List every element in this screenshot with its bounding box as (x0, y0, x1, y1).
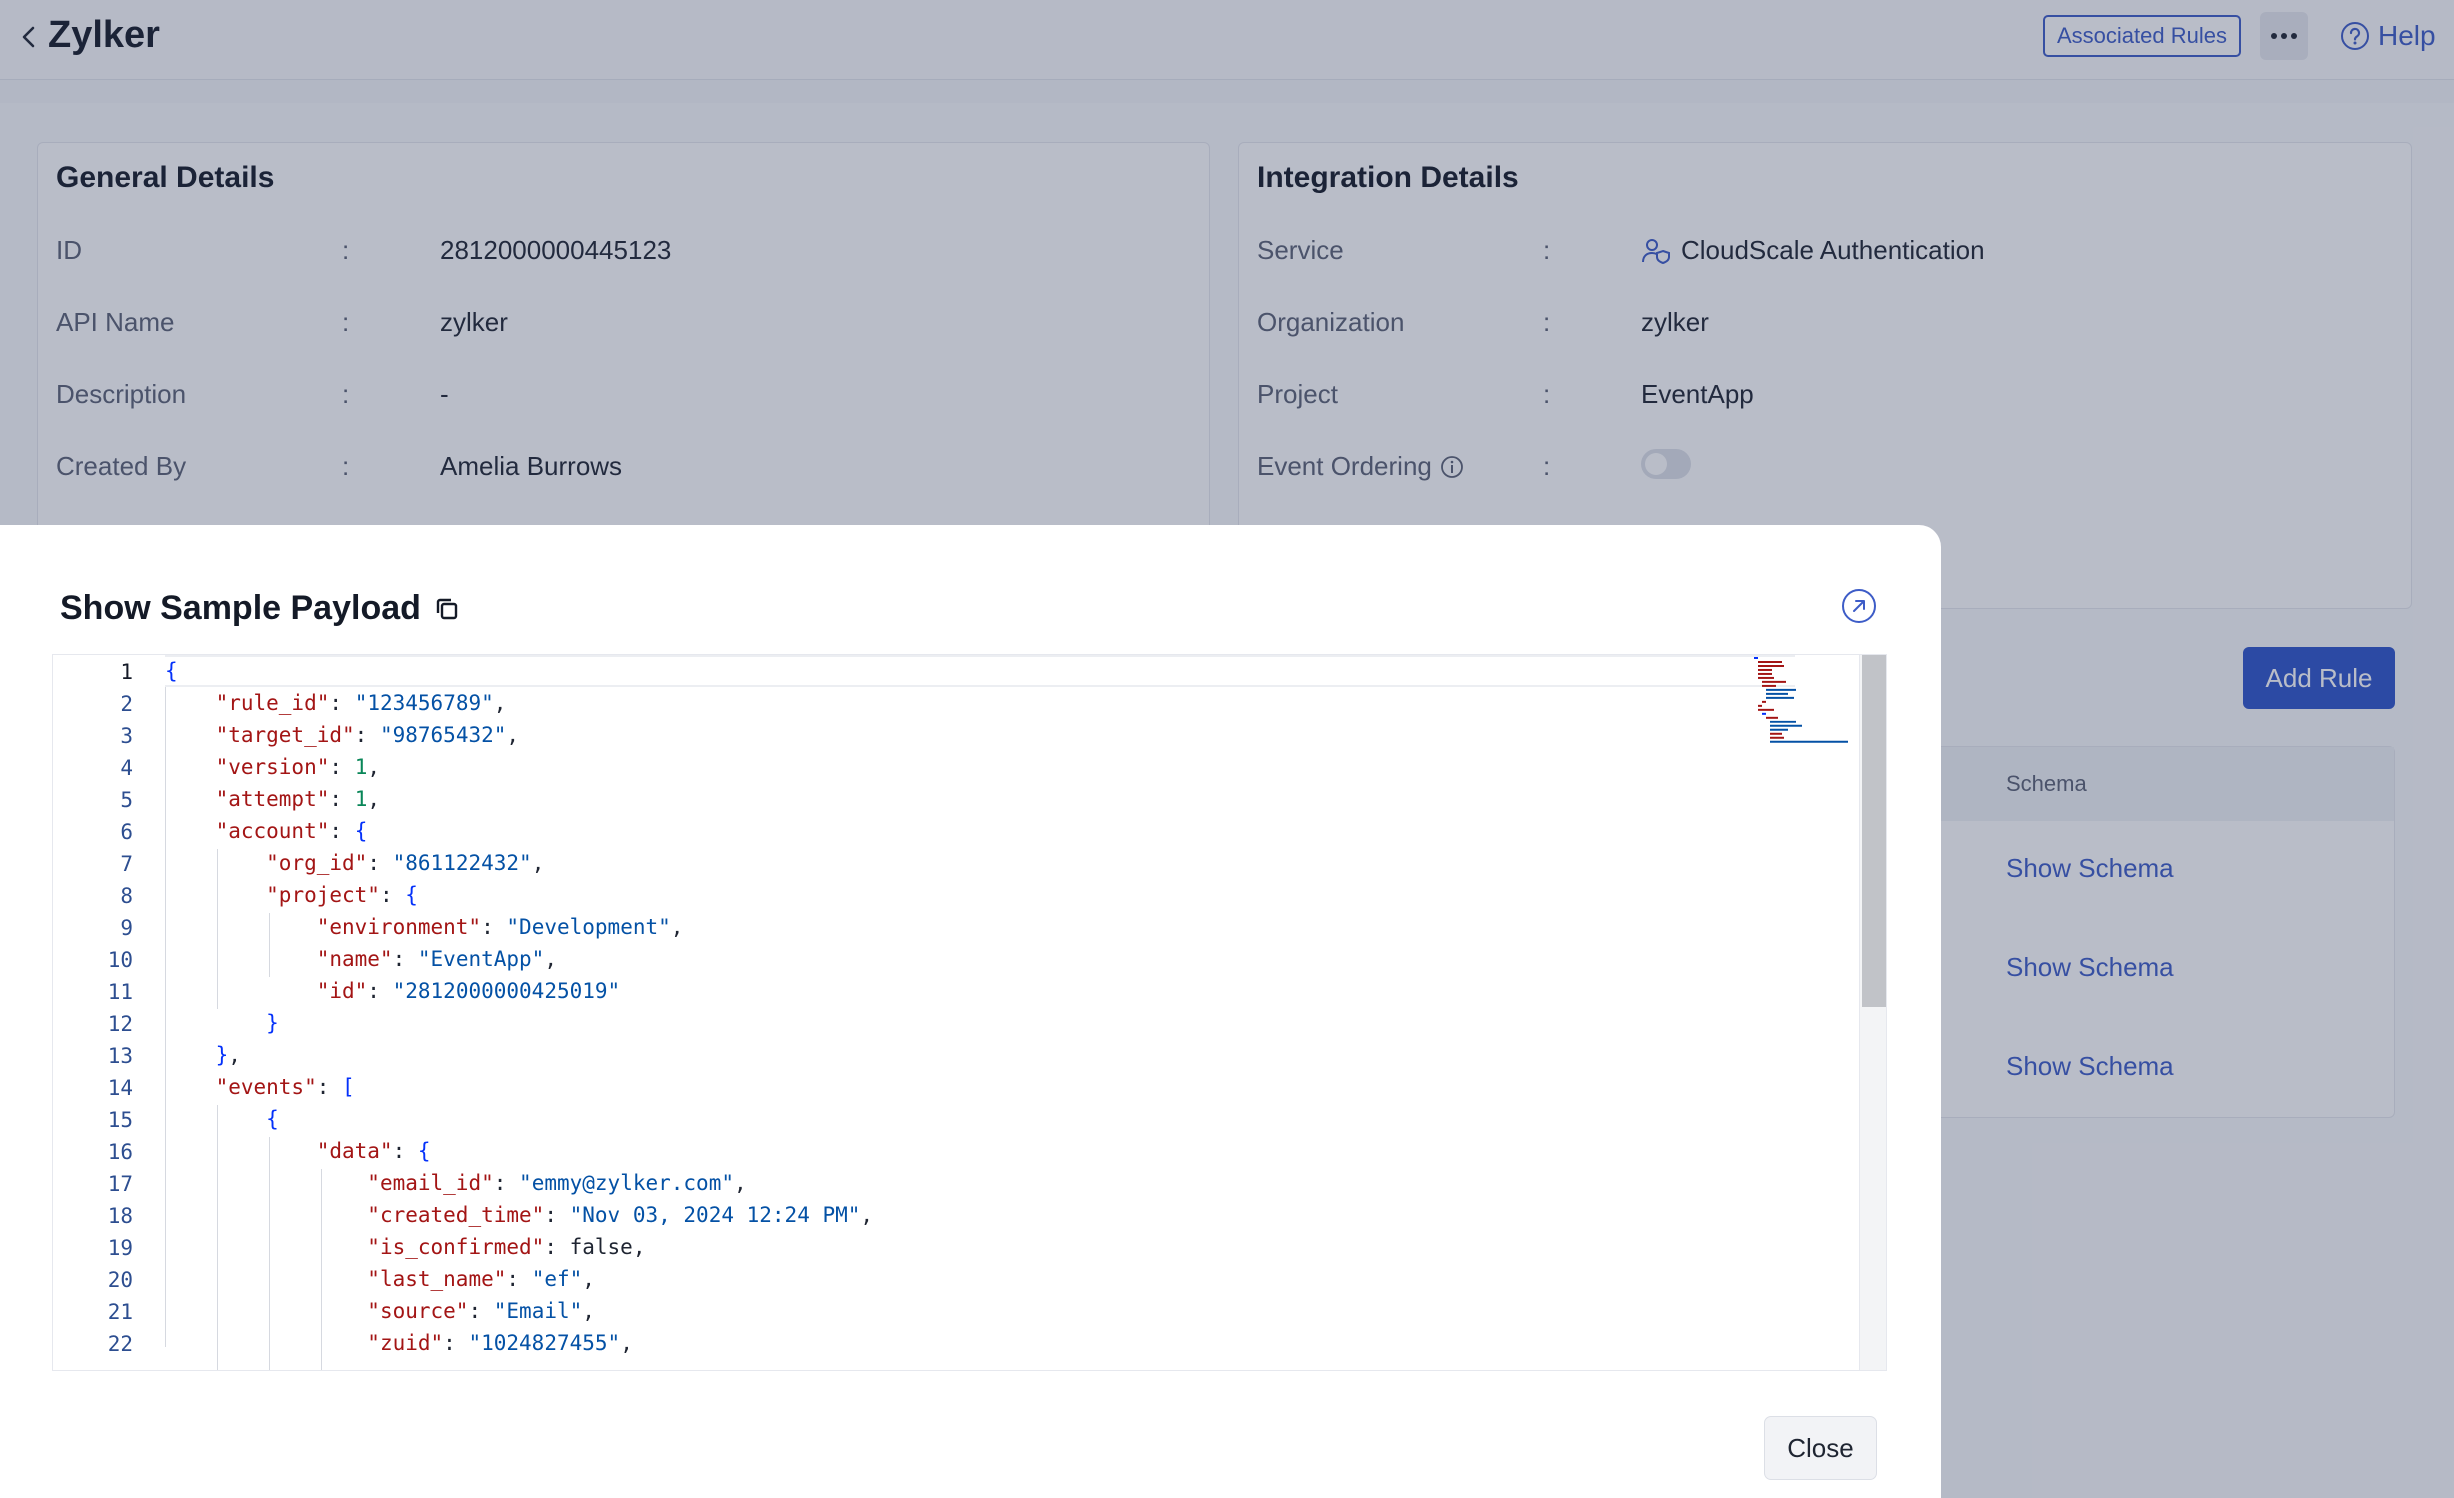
code-line: "zuid": "1024827455", (367, 1331, 633, 1355)
line-number: 11 (107, 980, 133, 1004)
code-line: }, (215, 1043, 241, 1067)
line-number: 9 (120, 916, 133, 940)
copy-icon[interactable] (433, 595, 461, 623)
code-line: { (165, 659, 178, 683)
code-line: { (266, 1107, 279, 1131)
code-line: "data": { (316, 1139, 431, 1163)
expand-icon[interactable] (1840, 587, 1878, 625)
code-line: "attempt": 1, (215, 787, 380, 811)
line-number: 2 (120, 692, 133, 716)
line-number: 17 (107, 1172, 133, 1196)
code-line: "rule_id": "123456789", (215, 691, 507, 715)
line-number: 19 (107, 1236, 133, 1260)
code-line: "environment": "Development", (316, 915, 684, 939)
line-number-gutter: 1 2 3 4 5 6 7 8 9 10 11 12 13 14 15 16 17 18 19 20 21 22 (53, 655, 133, 1370)
line-number: 16 (107, 1140, 133, 1164)
code-editor[interactable]: 1 2 3 4 5 6 7 8 9 10 11 12 13 14 15 16 17 18 19 20 21 22 { "r… (52, 654, 1887, 1371)
code-line: "org_id": "861122432", (266, 851, 545, 875)
close-button[interactable]: Close (1764, 1416, 1877, 1480)
code-line: "id": "2812000000425019" (316, 979, 621, 1003)
line-number: 7 (120, 852, 133, 876)
modal-title: Show Sample Payload (60, 589, 421, 627)
line-number: 6 (120, 820, 133, 844)
line-number: 1 (120, 660, 133, 684)
line-number: 14 (107, 1076, 133, 1100)
sample-payload-modal: Show Sample Payload 1 2 3 4 5 6 7 8 9 10 11 12 13 14 1… (0, 525, 1941, 1498)
code-line: "created_time": "Nov 03, 2024 12:24 PM", (367, 1203, 874, 1227)
code-line: "is_confirmed": false, (367, 1235, 646, 1259)
code-line: "project": { (266, 883, 418, 907)
line-number: 21 (107, 1300, 133, 1324)
line-number: 3 (120, 724, 133, 748)
code-line: } (266, 1011, 279, 1035)
code-line: "events": [ (215, 1075, 355, 1099)
line-number: 8 (120, 884, 133, 908)
code-minimap[interactable] (1748, 655, 1858, 1370)
line-number: 10 (107, 948, 133, 972)
line-number: 5 (120, 788, 133, 812)
code-line: "version": 1, (215, 755, 380, 779)
scrollbar-thumb[interactable] (1862, 655, 1886, 1007)
code-line: "email_id": "emmy@zylker.com", (367, 1171, 747, 1195)
code-line: "account": { (215, 819, 368, 843)
code-line: "target_id": "98765432", (215, 723, 520, 747)
line-number: 15 (107, 1108, 133, 1132)
line-number: 20 (107, 1268, 133, 1292)
code-line: "source": "Email", (367, 1299, 595, 1323)
line-number: 12 (107, 1012, 133, 1036)
code-line: "name": "EventApp", (316, 947, 557, 971)
modal-title-wrap: Show Sample Payload (60, 589, 461, 628)
code-content[interactable]: { "rule_id": "123456789", "target_id": "… (165, 655, 1785, 1370)
vertical-scrollbar[interactable] (1859, 655, 1886, 1370)
line-number: 4 (120, 756, 133, 780)
line-number: 18 (107, 1204, 133, 1228)
line-number: 13 (107, 1044, 133, 1068)
code-line: "last_name": "ef", (367, 1267, 595, 1291)
line-number: 22 (107, 1332, 133, 1356)
